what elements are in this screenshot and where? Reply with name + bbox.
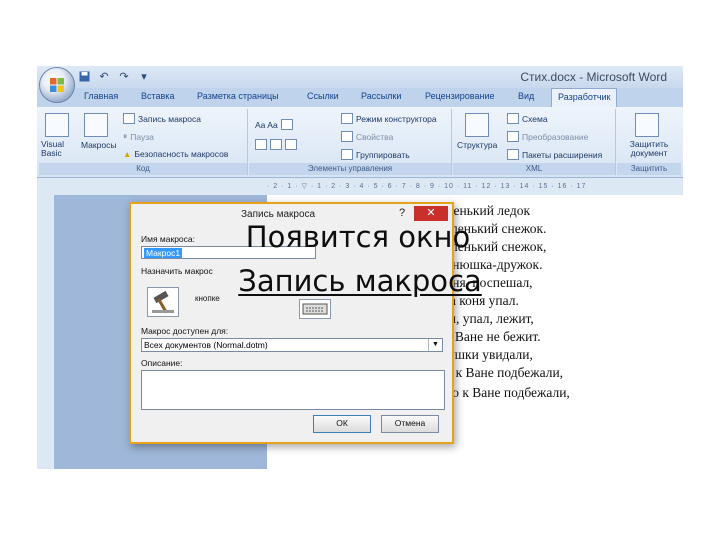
legacy-controls[interactable] [255, 139, 297, 150]
group-code: Visual Basic Макросы Запись макроса ⏸ Пау… [39, 109, 248, 175]
tab-home[interactable]: Главная [84, 91, 118, 101]
pause-icon: ⏸ [123, 131, 128, 141]
design-mode-button[interactable]: Режим конструктора [341, 113, 437, 124]
group-controls-label: Элементы управления [249, 163, 451, 175]
tab-view[interactable]: Вид [518, 91, 534, 101]
available-for-label: Макрос доступен для: [141, 326, 229, 336]
office-logo-icon [50, 78, 64, 92]
ribbon-tabs: Главная Вставка Разметка страницы Ссылки… [37, 88, 683, 107]
expansion-packs-icon [507, 149, 519, 160]
protect-document-button[interactable]: Защитить документ [619, 140, 679, 158]
structure-icon [465, 113, 489, 137]
lock-icon [635, 113, 659, 137]
dialog-title: Запись макроса [241, 209, 316, 220]
date-control-icon [270, 139, 282, 150]
tab-page-layout[interactable]: Разметка страницы [197, 91, 279, 101]
keyboard-icon [302, 303, 328, 315]
tab-mailings[interactable]: Рассылки [361, 91, 401, 101]
redo-icon[interactable]: ↷ [117, 69, 131, 83]
properties-button[interactable]: Свойства [341, 131, 393, 142]
group-controls: Aa Aa Режим конструктора Свойства Группи… [249, 109, 452, 175]
ruler-ticks: · 2 · 1 · ▽ · 1 · 2 · 3 · 4 · 5 · 6 · 7 … [267, 183, 587, 190]
tab-review[interactable]: Рецензирование [425, 91, 495, 101]
office-button[interactable] [39, 67, 75, 103]
customize-icon[interactable]: ▾ [137, 69, 151, 83]
ribbon: Visual Basic Макросы Запись макроса ⏸ Пау… [37, 107, 683, 178]
group-code-label: Код [39, 163, 247, 175]
legacy-tools-icon [285, 139, 297, 150]
macros-icon [84, 113, 108, 137]
ok-button[interactable]: ОК [313, 415, 371, 433]
transform-button[interactable]: Преобразование [507, 131, 588, 142]
tab-developer[interactable]: Разработчик [551, 88, 618, 107]
structure-button[interactable]: Структура [457, 140, 497, 150]
chevron-down-icon[interactable]: ▼ [428, 339, 442, 351]
group-xml-label: XML [453, 163, 615, 175]
rich-text-control[interactable]: Aa Aa [255, 119, 293, 130]
help-button[interactable]: ? [399, 207, 405, 219]
group-button[interactable]: Группировать [341, 149, 410, 160]
available-for-select[interactable]: Всех документов (Normal.dotm) ▼ [141, 338, 443, 352]
caption-line-2: Запись макроса [238, 264, 482, 298]
tab-insert[interactable]: Вставка [141, 91, 174, 101]
horizontal-ruler[interactable]: · 2 · 1 · ▽ · 1 · 2 · 3 · 4 · 5 · 6 · 7 … [37, 178, 683, 196]
group-xml: Структура Схема Преобразование Пакеты ра… [453, 109, 616, 175]
schema-button[interactable]: Схема [507, 113, 548, 124]
visual-basic-icon [45, 113, 69, 137]
tab-references[interactable]: Ссылки [307, 91, 339, 101]
transform-icon [507, 131, 519, 142]
visual-basic-button[interactable]: Visual Basic [41, 140, 81, 158]
title-bar: ↶ ↷ ▾ Стих.docx - Microsoft Word [37, 66, 683, 88]
caption-line-1: Появится окно [245, 220, 471, 254]
close-button[interactable]: ✕ [414, 206, 448, 221]
assign-to-keyboard-button[interactable] [299, 299, 331, 319]
quick-access-toolbar: ↶ ↷ ▾ [77, 69, 151, 83]
description-label: Описание: [141, 358, 183, 368]
group-icon [341, 149, 353, 160]
group-protect: Защитить документ Защитить [617, 109, 681, 175]
pause-button[interactable]: ⏸ Пауза [123, 131, 154, 142]
macro-security-button[interactable]: ▲ Безопасность макросов [123, 149, 228, 159]
record-macro-button[interactable]: Запись макроса [123, 113, 201, 124]
window-title: Стих.docx - Microsoft Word [520, 70, 667, 84]
properties-icon [341, 131, 353, 142]
description-textarea[interactable] [141, 370, 445, 410]
design-mode-icon [341, 113, 353, 124]
save-icon[interactable] [77, 69, 91, 83]
undo-icon[interactable]: ↶ [97, 69, 111, 83]
warning-icon: ▲ [123, 149, 132, 159]
picture-control-icon [280, 119, 293, 130]
expansion-packs-button[interactable]: Пакеты расширения [507, 149, 602, 160]
cancel-button[interactable]: Отмена [381, 415, 439, 433]
dropdown-control-icon [255, 139, 267, 150]
schema-icon [507, 113, 519, 124]
record-macro-icon [123, 113, 135, 124]
macros-button[interactable]: Макросы [81, 140, 116, 150]
group-protect-label: Защитить [617, 163, 681, 175]
